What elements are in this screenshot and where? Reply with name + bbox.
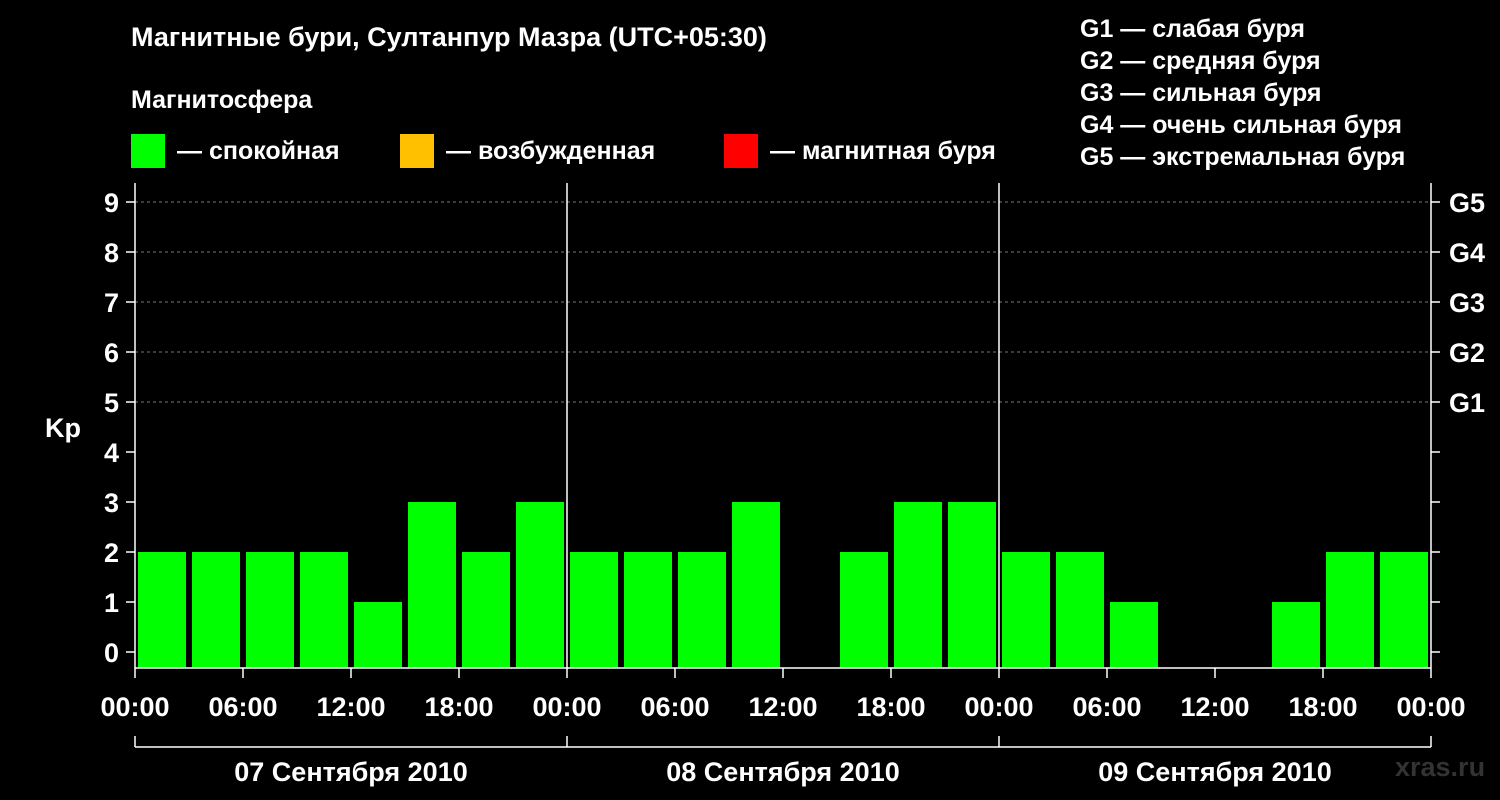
kp-bar (732, 502, 780, 668)
x-tick-label: 00:00 (964, 692, 1033, 722)
kp-bar (1056, 552, 1104, 668)
x-tick-label: 12:00 (1180, 692, 1249, 722)
x-tick-label: 00:00 (100, 692, 169, 722)
x-tick-label: 06:00 (1072, 692, 1141, 722)
x-tick-label: 18:00 (856, 692, 925, 722)
kp-bar (894, 502, 942, 668)
g-level-label: G4 (1449, 238, 1485, 268)
g-level-label: G1 (1449, 388, 1485, 418)
kp-bar (840, 552, 888, 668)
kp-bar (624, 552, 672, 668)
x-tick-label: 18:00 (1288, 692, 1357, 722)
kp-bar (246, 552, 294, 668)
watermark: xras.ru (1395, 752, 1486, 782)
g-level-label: G2 (1449, 338, 1485, 368)
kp-bar (138, 552, 186, 668)
x-tick-label: 00:00 (532, 692, 601, 722)
kp-bar (948, 502, 996, 668)
y-tick-label: 6 (104, 338, 119, 368)
kp-bar (516, 502, 564, 668)
kp-bar (300, 552, 348, 668)
kp-bar (678, 552, 726, 668)
y-tick-label: 5 (104, 388, 119, 418)
kp-bar (462, 552, 510, 668)
x-tick-label: 06:00 (640, 692, 709, 722)
y-axis-label: Kp (45, 413, 81, 443)
y-tick-label: 2 (104, 538, 119, 568)
kp-bar (408, 502, 456, 668)
y-tick-label: 4 (104, 438, 119, 468)
date-label: 08 Сентября 2010 (666, 757, 899, 787)
y-tick-label: 3 (104, 488, 119, 518)
kp-bar (192, 552, 240, 668)
y-tick-label: 9 (104, 188, 119, 218)
kp-bar (1272, 602, 1320, 668)
x-tick-label: 12:00 (316, 692, 385, 722)
g-level-label: G3 (1449, 288, 1485, 318)
kp-bar (570, 552, 618, 668)
x-tick-label: 12:00 (748, 692, 817, 722)
y-tick-label: 8 (104, 238, 119, 268)
x-tick-label: 00:00 (1396, 692, 1465, 722)
y-tick-label: 0 (104, 638, 119, 668)
kp-bar (1326, 552, 1374, 668)
x-tick-label: 06:00 (208, 692, 277, 722)
y-tick-label: 1 (104, 588, 119, 618)
y-tick-label: 7 (104, 288, 119, 318)
kp-bar (354, 602, 402, 668)
kp-bar (1110, 602, 1158, 668)
date-label: 09 Сентября 2010 (1098, 757, 1331, 787)
g-level-label: G5 (1449, 188, 1485, 218)
kp-bar-chart: Kp 0 1 2 3 4 5 6 7 8 9 G1 G2 G3 G4 G5 00:00 06:00 12:00 18… (45, 183, 1485, 787)
kp-bar (1380, 552, 1428, 668)
date-label: 07 Сентября 2010 (234, 757, 467, 787)
x-tick-label: 18:00 (424, 692, 493, 722)
kp-bar (1002, 552, 1050, 668)
